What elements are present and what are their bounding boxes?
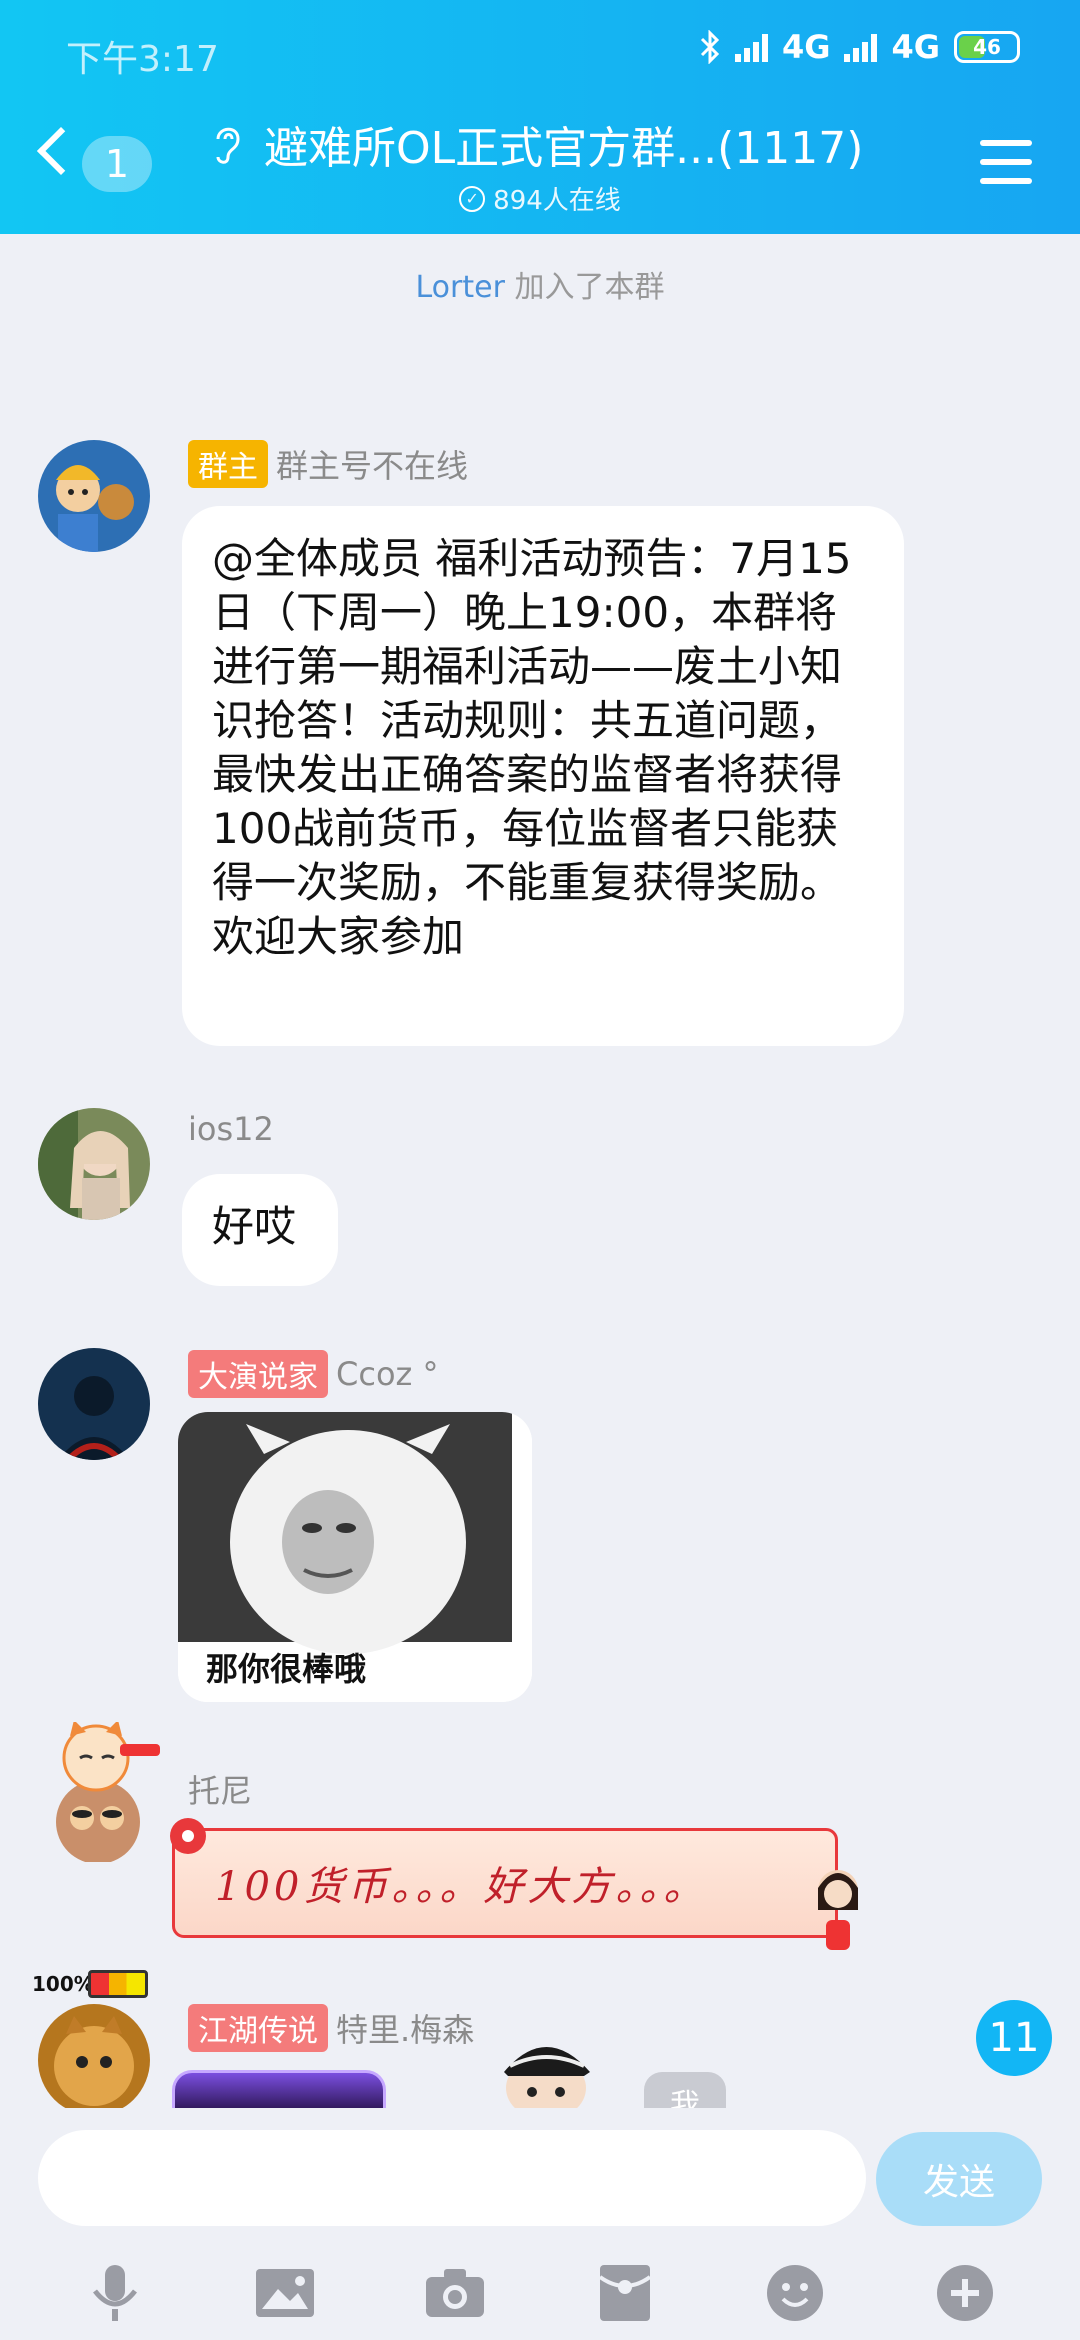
title-row[interactable]: 避难所OL正式官方群...(1117): [210, 112, 863, 176]
fancy-bubble-frame[interactable]: [172, 2070, 386, 2112]
message-header: 江湖传说 特里.梅森: [188, 2004, 474, 2052]
owner-badge: 群主: [188, 440, 268, 488]
title-badge: 江湖传说: [188, 2004, 328, 2052]
chat-header: 下午3:17 4G 4G 46 1 避难所OL正式官方群...(1117) ✓ …: [0, 0, 1080, 234]
system-message: Lorter 加入了本群: [415, 270, 665, 305]
group-title: 避难所OL正式官方群...(1117): [264, 123, 864, 174]
image-icon[interactable]: [245, 2253, 325, 2333]
battery-frame-icon: [88, 1970, 148, 1998]
girl-figure-icon: [818, 1870, 858, 1950]
back-icon[interactable]: [36, 126, 86, 176]
online-count: ✓ 894人在线: [0, 180, 1080, 217]
message-bubble[interactable]: 好哎: [182, 1174, 338, 1286]
meme-face-image: 那你很棒哦: [178, 1412, 532, 1702]
sticker-caption: 那你很棒哦: [206, 1650, 366, 1688]
sender-name[interactable]: ios12: [188, 1110, 274, 1148]
joined-user-name[interactable]: Lorter: [416, 270, 505, 305]
signal-icon: [734, 32, 768, 62]
sticker-message[interactable]: 那你很棒哦: [178, 1412, 532, 1702]
status-icons: 4G 4G 46: [699, 28, 1020, 66]
new-messages-count[interactable]: 11: [976, 2000, 1052, 2076]
network-label-2: 4G: [891, 28, 940, 66]
message-header: 大演说家 Ccoz °: [188, 1350, 438, 1398]
check-icon: ✓: [459, 185, 486, 212]
avatar[interactable]: [38, 1348, 150, 1460]
message-header: 群主 群主号不在线: [188, 440, 468, 488]
flower-icon: [170, 1818, 206, 1854]
avatar[interactable]: [26, 1720, 166, 1864]
menu-icon[interactable]: [980, 140, 1032, 184]
lucky-cat-avatar-frame: [56, 1720, 160, 1864]
input-area: 发送: [0, 2108, 1080, 2340]
network-label: 4G: [781, 28, 831, 66]
message-input[interactable]: [38, 2130, 866, 2226]
send-button[interactable]: 发送: [876, 2132, 1042, 2226]
message-header: 托尼: [188, 1766, 252, 1812]
cartoon-boy-sticker: [504, 2047, 590, 2114]
avatar[interactable]: [38, 2004, 150, 2116]
camera-icon[interactable]: [415, 2253, 495, 2333]
sender-name[interactable]: 群主号不在线: [276, 441, 468, 487]
sender-name[interactable]: Ccoz °: [336, 1355, 438, 1393]
avatar[interactable]: [38, 440, 150, 552]
emoji-icon[interactable]: [755, 2253, 835, 2333]
signal-icon-2: [844, 32, 878, 62]
message-header: ios12: [188, 1110, 274, 1148]
input-toolbar: [0, 2248, 1080, 2338]
status-time: 下午3:17: [66, 39, 219, 80]
battery-icon: 46: [954, 31, 1020, 63]
bluetooth-icon: [700, 30, 720, 64]
red-packet-icon[interactable]: [585, 2253, 665, 2333]
sender-name[interactable]: 特里.梅森: [336, 2005, 474, 2051]
avatar[interactable]: [38, 1108, 150, 1220]
plus-icon[interactable]: [925, 2253, 1005, 2333]
message-text: 100货币。。。好大方。。。: [215, 1864, 708, 1910]
battery-label: 100%: [32, 1972, 94, 1996]
message-bubble[interactable]: @全体成员 福利活动预告：7月15日（下周一）晚上19:00，本群将进行第一期福…: [182, 506, 904, 1046]
sender-name[interactable]: 托尼: [188, 1766, 252, 1812]
title-badge: 大演说家: [188, 1350, 328, 1398]
microphone-icon[interactable]: [75, 2253, 155, 2333]
message-bubble[interactable]: 100货币。。。好大方。。。: [172, 1828, 838, 1938]
ear-icon: [216, 127, 240, 164]
